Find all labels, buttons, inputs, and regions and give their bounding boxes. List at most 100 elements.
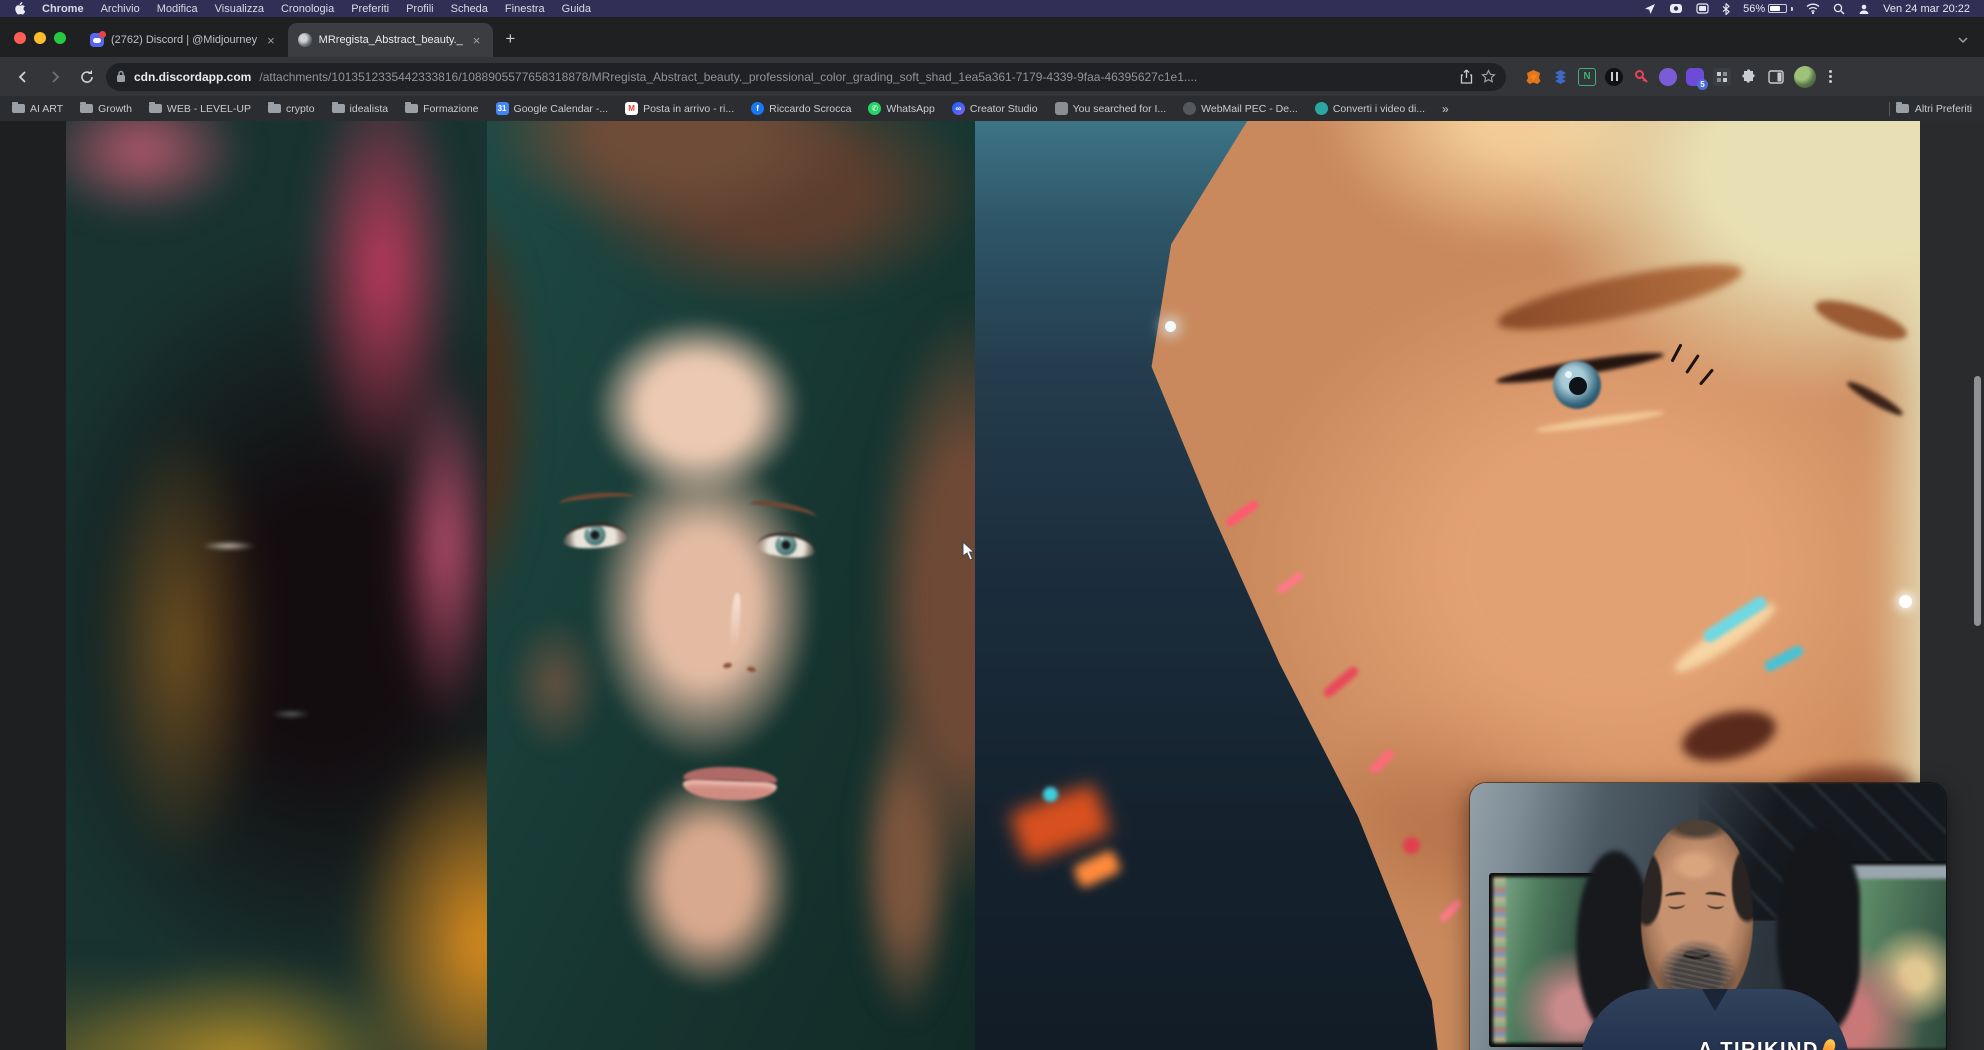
- purple-circle-extension-icon[interactable]: [1659, 68, 1677, 86]
- bookmarks-bar: AI ART Growth WEB - LEVEL-UP crypto idea…: [0, 96, 1984, 121]
- menu-pill-icon[interactable]: [1669, 3, 1683, 14]
- chrome-toolbar: cdn.discordapp.com /attachments/10135123…: [0, 57, 1984, 96]
- tab-discord[interactable]: (2762) Discord | @Midjourney ×: [80, 23, 288, 57]
- display-icon[interactable]: [1696, 3, 1709, 14]
- tab-strip-chevron-icon[interactable]: [1958, 33, 1984, 57]
- tab-title: MRregista_Abstract_beauty._: [319, 34, 463, 46]
- bookmark-whatsapp[interactable]: ✆WhatsApp: [868, 102, 934, 115]
- webmail-icon: [1183, 102, 1196, 115]
- bookmark-folder-crypto[interactable]: crypto: [268, 103, 315, 115]
- location-arrow-icon[interactable]: [1644, 3, 1656, 15]
- side-panel-icon[interactable]: [1767, 68, 1785, 86]
- artwork-panel-portrait: [487, 121, 975, 1050]
- apple-logo-icon[interactable]: [14, 2, 25, 15]
- window-controls: [0, 32, 80, 57]
- blue-extension-icon[interactable]: [1551, 68, 1569, 86]
- menu-preferiti[interactable]: Preferiti: [351, 3, 389, 15]
- bookmarks-overflow-chevron[interactable]: »: [1442, 102, 1449, 116]
- bluetooth-icon[interactable]: [1722, 3, 1730, 15]
- bookmark-creator-studio[interactable]: ∞Creator Studio: [952, 102, 1038, 115]
- chrome-menu-icon[interactable]: [1825, 70, 1836, 83]
- user-switch-icon[interactable]: [1858, 3, 1870, 15]
- menu-chrome[interactable]: Chrome: [42, 3, 84, 15]
- bookmark-converti-video[interactable]: Converti i video di...: [1315, 102, 1425, 115]
- bookmark-label: Converti i video di...: [1333, 103, 1425, 115]
- menu-profili[interactable]: Profili: [406, 3, 434, 15]
- flame-icon: [1822, 1038, 1837, 1050]
- grid-extension-icon[interactable]: [1713, 68, 1731, 86]
- purple-badged-extension-icon[interactable]: 5: [1686, 68, 1704, 86]
- folder-icon: [12, 104, 25, 113]
- bookmark-google-calendar[interactable]: 31Google Calendar -...: [496, 102, 609, 115]
- address-bar[interactable]: cdn.discordapp.com /attachments/10135123…: [106, 63, 1506, 91]
- minimize-window-button[interactable]: [34, 32, 46, 44]
- back-button[interactable]: [10, 64, 36, 90]
- menu-guida[interactable]: Guida: [562, 3, 591, 15]
- metamask-extension-icon[interactable]: [1524, 68, 1542, 86]
- menu-cronologia[interactable]: Cronologia: [281, 3, 334, 15]
- tab-title: (2762) Discord | @Midjourney: [111, 34, 257, 46]
- bookmark-folder-web-level-up[interactable]: WEB - LEVEL-UP: [149, 103, 251, 115]
- close-window-button[interactable]: [14, 32, 26, 44]
- key-extension-icon[interactable]: [1632, 68, 1650, 86]
- meta-icon: ∞: [952, 102, 965, 115]
- bookmark-star-icon[interactable]: [1481, 69, 1496, 84]
- screen: Chrome Archivio Modifica Visualizza Cron…: [0, 0, 1984, 1050]
- menu-modifica[interactable]: Modifica: [157, 3, 198, 15]
- dark-circle-extension-icon[interactable]: [1605, 68, 1623, 86]
- bookmark-folder-ai-art[interactable]: AI ART: [12, 103, 63, 115]
- bookmark-label: idealista: [350, 103, 389, 115]
- bookmark-label: Growth: [98, 103, 132, 115]
- reload-button[interactable]: [74, 64, 100, 90]
- forward-button[interactable]: [42, 64, 68, 90]
- bookmark-label: Posta in arrivo - ri...: [643, 103, 734, 115]
- divider: [1889, 102, 1890, 116]
- menu-clock[interactable]: Ven 24 mar 20:22: [1883, 3, 1970, 15]
- bookmark-label: You searched for I...: [1073, 103, 1167, 115]
- other-bookmarks[interactable]: Altri Preferiti: [1889, 102, 1972, 116]
- tab-image[interactable]: MRregista_Abstract_beauty._ ×: [288, 23, 494, 57]
- webcam-overlay[interactable]: A TIRIKIND: [1470, 783, 1946, 1050]
- folder-icon: [332, 104, 345, 113]
- new-tab-button[interactable]: +: [493, 29, 529, 57]
- extensions-puzzle-icon[interactable]: [1740, 68, 1758, 86]
- folder-icon: [80, 104, 93, 113]
- close-tab-icon[interactable]: ×: [264, 33, 278, 48]
- folder-icon: [268, 104, 281, 113]
- gmail-icon: M: [625, 102, 638, 115]
- bookmark-label: Riccardo Scrocca: [769, 103, 851, 115]
- battery-indicator[interactable]: 56%: [1743, 3, 1793, 15]
- mouse-cursor: [962, 541, 978, 566]
- bookmark-you-searched[interactable]: You searched for I...: [1055, 102, 1167, 115]
- bookmark-label: WebMail PEC - De...: [1201, 103, 1298, 115]
- profile-avatar[interactable]: [1794, 66, 1816, 88]
- bookmark-folder-idealista[interactable]: idealista: [332, 103, 389, 115]
- beard: [1663, 938, 1733, 996]
- menu-finestra[interactable]: Finestra: [505, 3, 545, 15]
- close-tab-icon[interactable]: ×: [470, 33, 484, 48]
- bookmark-folder-formazione[interactable]: Formazione: [405, 103, 478, 115]
- watermark-text: A TIRIKIND: [1698, 1039, 1819, 1050]
- bookmark-gmail[interactable]: M Posta in arrivo - ri...: [625, 102, 734, 115]
- lock-icon: [116, 70, 126, 83]
- extension-badge: 5: [1697, 79, 1708, 90]
- bookmark-label: WEB - LEVEL-UP: [167, 103, 251, 115]
- scrollbar-thumb[interactable]: [1974, 376, 1981, 626]
- menu-archivio[interactable]: Archivio: [101, 3, 140, 15]
- menu-visualizza[interactable]: Visualizza: [215, 3, 264, 15]
- bookmark-folder-growth[interactable]: Growth: [80, 103, 132, 115]
- chrome-tab-strip: (2762) Discord | @Midjourney × MRregista…: [0, 17, 1984, 57]
- image-favicon: [298, 33, 312, 47]
- bookmark-webmail-pec[interactable]: WebMail PEC - De...: [1183, 102, 1298, 115]
- folder-icon: [1896, 104, 1909, 113]
- bookmark-facebook[interactable]: f Riccardo Scrocca: [751, 102, 851, 115]
- macos-menu-bar: Chrome Archivio Modifica Visualizza Cron…: [0, 0, 1984, 17]
- green-extension-icon[interactable]: N: [1578, 68, 1596, 86]
- share-icon[interactable]: [1460, 69, 1473, 84]
- facebook-icon: f: [751, 102, 764, 115]
- spotlight-search-icon[interactable]: [1833, 3, 1845, 15]
- menu-scheda[interactable]: Scheda: [451, 3, 488, 15]
- zoom-window-button[interactable]: [54, 32, 66, 44]
- wifi-icon[interactable]: [1806, 3, 1820, 14]
- channel-watermark: A TIRIKIND: [1698, 1039, 1835, 1050]
